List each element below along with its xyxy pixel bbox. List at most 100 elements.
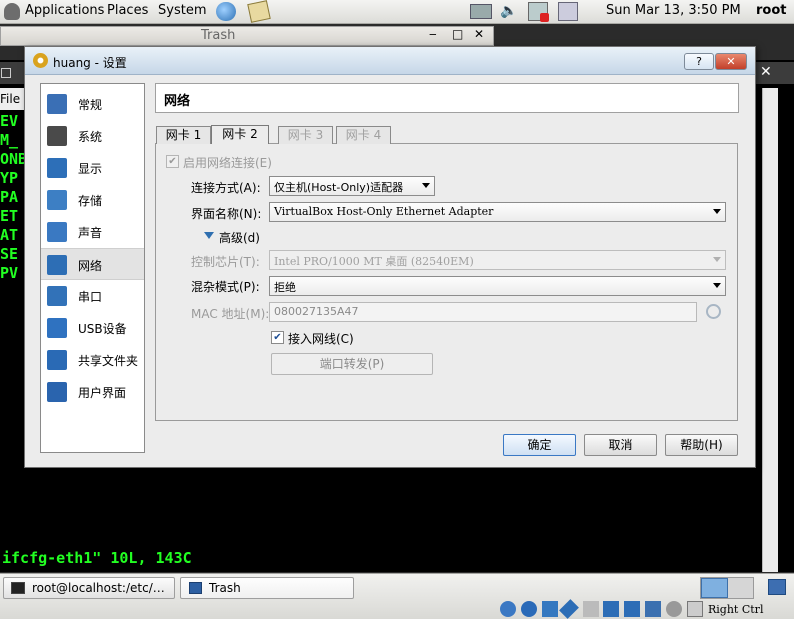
advanced-label: 高级(d) bbox=[219, 231, 260, 245]
monitor-alert-icon[interactable] bbox=[528, 2, 549, 22]
adapter-tabs: 网卡 1 网卡 2 网卡 3 网卡 4 bbox=[156, 125, 396, 144]
minimize-icon[interactable]: ‒ bbox=[429, 27, 437, 41]
display-status-icon[interactable] bbox=[603, 601, 619, 617]
ok-button[interactable]: 确定 bbox=[503, 434, 576, 456]
taskbar-terminal[interactable]: root@localhost:/etc/… bbox=[3, 577, 175, 599]
sidebar-item-1[interactable]: 系统 bbox=[41, 120, 144, 152]
sidebar-item-label: 网络 bbox=[78, 259, 103, 273]
hdd-status-icon[interactable] bbox=[500, 601, 516, 617]
mac-address-field[interactable]: 080027135A47 bbox=[269, 302, 697, 322]
maximize-icon[interactable]: □ bbox=[452, 27, 463, 41]
monitor-icon bbox=[47, 94, 67, 114]
usb-icon bbox=[47, 318, 67, 338]
sidebar-item-5[interactable]: 网络 bbox=[41, 248, 144, 280]
browser-icon[interactable] bbox=[216, 2, 236, 21]
file-menu[interactable]: File bbox=[0, 92, 20, 106]
close-icon[interactable]: ✕ bbox=[760, 64, 772, 80]
notes-icon[interactable] bbox=[247, 0, 271, 23]
display-icon bbox=[47, 158, 67, 178]
chevron-down-icon bbox=[713, 257, 721, 262]
sidebar-item-label: 存储 bbox=[78, 194, 103, 208]
cable-connected-checkbox[interactable]: ✔ bbox=[271, 331, 284, 344]
host-key-label: Right Ctrl bbox=[708, 603, 764, 616]
sidebar-item-8[interactable]: 共享文件夹 bbox=[41, 344, 144, 376]
cpu-status-icon[interactable] bbox=[645, 601, 661, 617]
adapter-tab-panel: ✔ 启用网络连接(E) 连接方式(A): 仅主机(Host-Only)适配器 界… bbox=[155, 143, 738, 421]
adapter-type-select[interactable]: Intel PRO/1000 MT 桌面 (82540EM) bbox=[269, 250, 726, 270]
sidebar-item-label: 系统 bbox=[78, 130, 103, 144]
settings-sidebar: 常规系统显示存储声音网络串口 USB设备共享文件夹 用户界面 bbox=[40, 83, 145, 453]
terminal-line: SE bbox=[0, 245, 19, 263]
usb-status-icon[interactable] bbox=[559, 599, 579, 619]
expand-arrow-icon bbox=[204, 232, 214, 239]
tab-adapter-1[interactable]: 网卡 1 bbox=[156, 126, 211, 144]
network-status-icon[interactable] bbox=[542, 601, 558, 617]
sidebar-item-label: 声音 bbox=[78, 226, 103, 240]
help-title-button[interactable]: ? bbox=[684, 53, 714, 70]
gear-icon bbox=[33, 53, 48, 68]
storage-icon bbox=[47, 190, 67, 210]
chevron-down-icon bbox=[422, 183, 430, 188]
trash-icon bbox=[189, 582, 202, 594]
places-menu[interactable]: Places bbox=[107, 3, 148, 18]
terminal-scrollbar[interactable] bbox=[762, 88, 778, 572]
name-select[interactable]: VirtualBox Host-Only Ethernet Adapter bbox=[269, 202, 726, 222]
taskbar-trash[interactable]: Trash bbox=[180, 577, 354, 599]
sidebar-item-label: 常规 bbox=[78, 98, 103, 112]
serial-port-icon bbox=[47, 286, 67, 306]
mouse-status-icon[interactable] bbox=[666, 601, 682, 617]
trash-title: Trash bbox=[201, 28, 236, 43]
workspace-2[interactable] bbox=[728, 578, 753, 598]
workspace-switcher[interactable] bbox=[700, 577, 754, 599]
promiscuous-select[interactable]: 拒绝 bbox=[269, 276, 726, 296]
attached-to-select[interactable]: 仅主机(Host-Only)适配器 bbox=[269, 176, 435, 196]
promiscuous-value: 拒绝 bbox=[274, 281, 296, 294]
terminal-content: EV M_ ONB YP PA ET AT SE PV bbox=[0, 112, 27, 392]
sidebar-item-9[interactable]: 用户界面 bbox=[41, 376, 144, 408]
tab-adapter-2[interactable]: 网卡 2 bbox=[211, 125, 269, 144]
video-capture-icon[interactable] bbox=[624, 601, 640, 617]
sidebar-item-3[interactable]: 存储 bbox=[41, 184, 144, 216]
terminal-line: PA bbox=[0, 188, 19, 206]
settings-dialog: huang - 设置 ? ✕ 常规系统显示存储声音网络串口 USB设备共享文件夹用… bbox=[24, 46, 756, 468]
refresh-mac-icon[interactable] bbox=[706, 304, 721, 319]
cancel-button[interactable]: 取消 bbox=[584, 434, 657, 456]
workspace-1[interactable] bbox=[701, 578, 728, 598]
shared-folders-icon[interactable] bbox=[583, 601, 599, 617]
sidebar-item-7[interactable]: USB设备 bbox=[41, 312, 144, 344]
dialog-titlebar[interactable]: huang - 设置 ? ✕ bbox=[25, 47, 755, 75]
enable-adapter-label: 启用网络连接(E) bbox=[183, 156, 272, 170]
help-button[interactable]: 帮助(H) bbox=[665, 434, 738, 456]
name-label: 界面名称(N): bbox=[191, 207, 262, 221]
adapter-type-label: 控制芯片(T): bbox=[191, 255, 260, 269]
clock[interactable]: Sun Mar 13, 3:50 PM bbox=[606, 3, 741, 18]
tab-adapter-4[interactable]: 网卡 4 bbox=[336, 126, 391, 144]
advanced-toggle[interactable]: 高级(d) bbox=[204, 229, 274, 245]
sidebar-item-6[interactable]: 串口 bbox=[41, 280, 144, 312]
user-name[interactable]: root bbox=[756, 3, 787, 18]
sidebar-item-label: USB设备 bbox=[78, 322, 127, 336]
adapter-type-value: Intel PRO/1000 MT 桌面 (82540EM) bbox=[274, 255, 474, 268]
sidebar-item-0[interactable]: 常规 bbox=[41, 88, 144, 120]
applications-menu[interactable]: Applications bbox=[25, 3, 104, 18]
sidebar-item-4[interactable]: 声音 bbox=[41, 216, 144, 248]
terminal-line: M_ bbox=[0, 131, 19, 149]
enable-adapter-checkbox[interactable]: ✔ bbox=[166, 155, 179, 168]
sidebar-item-2[interactable]: 显示 bbox=[41, 152, 144, 184]
network-status-icon[interactable] bbox=[470, 4, 492, 19]
update-icon[interactable] bbox=[558, 2, 578, 21]
volume-icon[interactable]: 🔈 bbox=[500, 2, 518, 21]
port-forwarding-button[interactable]: 端口转发(P) bbox=[271, 353, 433, 375]
close-title-button[interactable]: ✕ bbox=[715, 53, 747, 70]
close-icon[interactable]: ✕ bbox=[474, 27, 484, 41]
tab-adapter-3[interactable]: 网卡 3 bbox=[278, 126, 333, 144]
keyboard-status-icon[interactable] bbox=[687, 601, 703, 617]
system-menu[interactable]: System bbox=[158, 3, 206, 18]
foot-icon bbox=[4, 3, 20, 20]
terminal-line: AT bbox=[0, 226, 19, 244]
trash-window-titlebar[interactable]: Trash ‒ □ ✕ bbox=[0, 26, 494, 46]
cd-status-icon[interactable] bbox=[521, 601, 537, 617]
show-desktop-icon[interactable] bbox=[768, 579, 786, 595]
terminal-icon bbox=[1, 68, 11, 78]
dialog-title: huang - 设置 bbox=[53, 56, 127, 70]
